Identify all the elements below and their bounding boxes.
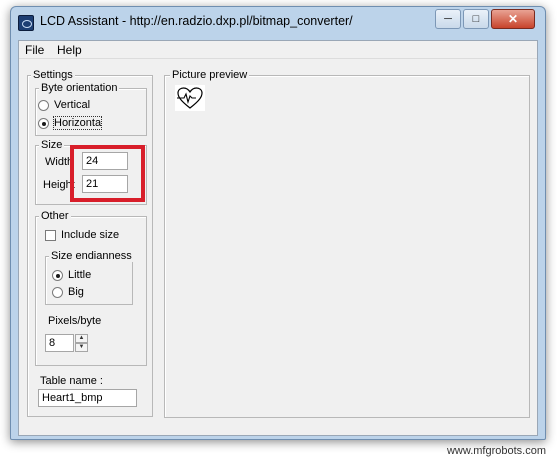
table-name-input[interactable] [38,389,137,407]
menu-help[interactable]: Help [57,43,82,57]
spin-down-button[interactable]: ▼ [75,343,88,352]
radio-big[interactable] [52,287,63,298]
highlight-box [70,145,145,202]
width-label: Width [45,156,74,168]
menu-bar [19,41,537,59]
table-name-label: Table name : [40,375,103,387]
close-button[interactable]: ✕ [491,9,535,29]
spin-up-button[interactable]: ▲ [75,334,88,343]
maximize-icon: □ [472,13,480,25]
window-title: LCD Assistant - http://en.radzio.dxp.pl/… [40,14,353,28]
radio-vertical[interactable] [38,100,49,111]
include-size-label[interactable]: Include size [61,229,119,241]
pixels-per-byte-input[interactable] [45,334,74,352]
pixels-per-byte-label: Pixels/byte [48,315,102,327]
close-icon: ✕ [507,12,519,26]
other-legend: Other [39,210,71,222]
radio-vertical-label[interactable]: Vertical [54,99,90,111]
include-size-checkbox[interactable] [45,230,56,241]
spin-down-icon: ▼ [78,344,85,350]
picture-preview-group [164,75,530,418]
maximize-button[interactable]: □ [463,9,489,29]
size-endianness-legend: Size endianness [49,250,134,262]
settings-legend: Settings [31,69,75,81]
byte-orientation-legend: Byte orientation [39,82,120,94]
radio-horizontal[interactable] [38,118,49,129]
radio-little-label[interactable]: Little [68,269,91,281]
minimize-button[interactable]: ─ [435,9,461,29]
menu-file[interactable]: File [25,43,44,57]
minimize-icon: ─ [444,13,452,25]
heart-pulse-icon [175,85,205,111]
watermark-text: www.mfgrobots.com [446,445,546,457]
radio-horizontal-label[interactable]: Horizonta [53,116,103,130]
size-legend: Size [39,139,65,151]
picture-preview-legend: Picture preview [170,69,250,81]
spin-up-icon: ▲ [78,335,85,341]
radio-little[interactable] [52,270,63,281]
app-icon[interactable] [18,15,34,31]
radio-big-label[interactable]: Big [68,286,84,298]
